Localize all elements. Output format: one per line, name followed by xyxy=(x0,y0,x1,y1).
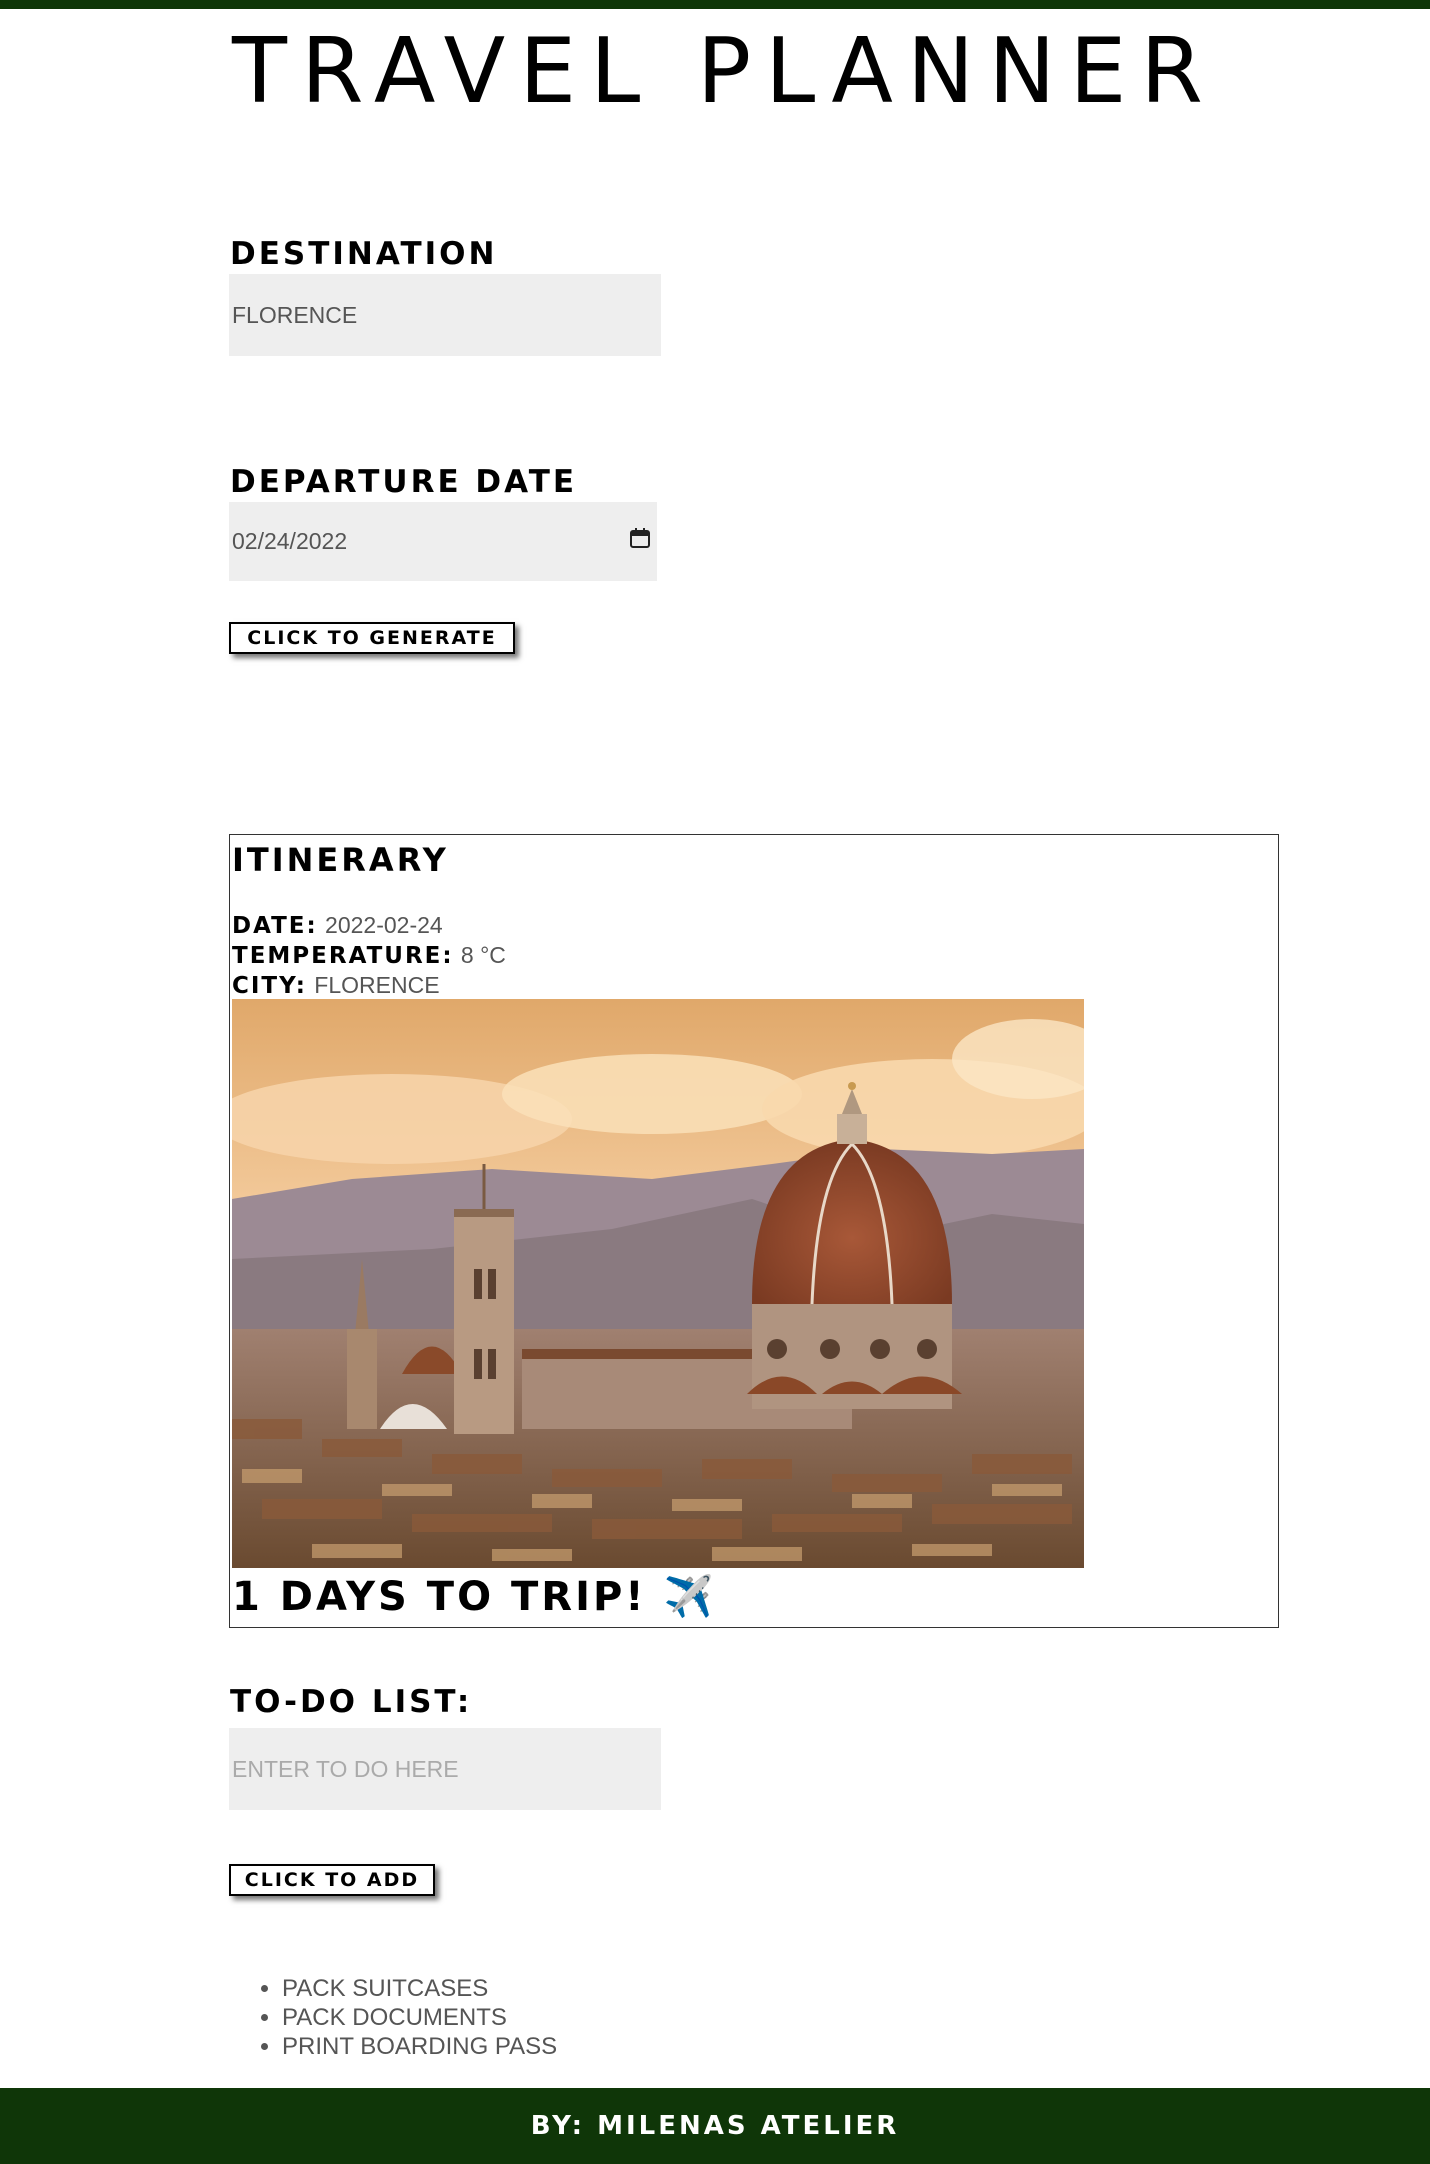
todo-list-label: TO-DO LIST: xyxy=(230,1684,473,1720)
footer-credit: BY: MILENAS ATELIER xyxy=(530,2111,900,2141)
footer: BY: MILENAS ATELIER xyxy=(0,2088,1430,2164)
todo-item: PACK DOCUMENTS xyxy=(282,2003,557,2032)
generate-button[interactable]: CLICK TO GENERATE xyxy=(229,622,515,654)
todo-input-placeholder: ENTER TO DO HERE xyxy=(232,1755,459,1782)
add-todo-button[interactable]: CLICK TO ADD xyxy=(229,1864,435,1896)
itinerary-temperature-row: TEMPERATURE: 8 °C xyxy=(232,940,506,971)
departure-date-value: 02/24/2022 xyxy=(232,528,348,554)
itinerary-card: ITINERARY DATE: 2022-02-24 TEMPERATURE: … xyxy=(229,834,1279,1628)
itinerary-date-row: DATE: 2022-02-24 xyxy=(232,910,443,941)
city-photo xyxy=(232,999,1084,1568)
destination-label: DESTINATION xyxy=(230,236,498,272)
todo-input[interactable]: ENTER TO DO HERE xyxy=(229,1728,661,1810)
temperature-label: TEMPERATURE: xyxy=(232,943,454,969)
date-label: DATE: xyxy=(232,913,318,939)
days-to-trip: 1 DAYS TO TRIP! ✈️ xyxy=(232,1574,717,1620)
itinerary-city-row: CITY: FLORENCE xyxy=(232,970,440,1001)
todo-item: PACK SUITCASES xyxy=(282,1974,557,2003)
city-value: FLORENCE xyxy=(314,972,440,998)
page-title: TRAVEL PLANNER xyxy=(232,19,1217,124)
departure-date-input[interactable]: 02/24/2022 xyxy=(229,502,657,581)
destination-input[interactable]: FLORENCE xyxy=(229,274,661,356)
top-accent-bar xyxy=(0,0,1430,9)
calendar-icon[interactable] xyxy=(629,527,651,549)
itinerary-title: ITINERARY xyxy=(232,841,449,879)
temperature-value: 8 °C xyxy=(460,942,506,968)
destination-input-value: FLORENCE xyxy=(232,301,358,328)
city-label: CITY: xyxy=(232,973,307,999)
todo-list: PACK SUITCASES PACK DOCUMENTS PRINT BOAR… xyxy=(254,1974,557,2061)
departure-date-label: DEPARTURE DATE xyxy=(230,464,578,500)
date-value: 2022-02-24 xyxy=(325,912,443,938)
todo-item: PRINT BOARDING PASS xyxy=(282,2032,557,2061)
